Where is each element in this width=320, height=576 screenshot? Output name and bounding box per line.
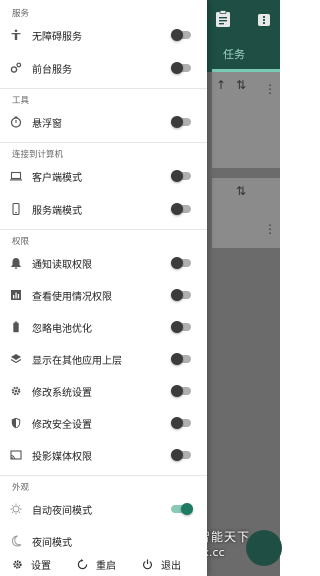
cast-icon xyxy=(10,449,22,461)
section-appearance-title: 外观 xyxy=(12,483,30,493)
row-auto-night-mode[interactable]: 自动夜间模式 xyxy=(0,493,207,525)
row-usage-stats-permission[interactable]: 查看使用情况权限 xyxy=(0,279,207,311)
shield-icon xyxy=(10,417,22,429)
row-label: 夜间模式 xyxy=(32,537,72,549)
gear-icon xyxy=(12,559,23,570)
section-connect-title: 连接到计算机 xyxy=(12,150,64,160)
accessibility-icon xyxy=(10,29,22,41)
media-projection-switch[interactable] xyxy=(171,449,191,461)
server-mode-switch[interactable] xyxy=(171,203,191,215)
background-task-card[interactable]: ⇅ ⋮ xyxy=(212,178,280,248)
accessibility-switch[interactable] xyxy=(171,29,191,41)
restart-icon xyxy=(77,559,88,570)
write-settings-switch[interactable] xyxy=(171,385,191,397)
section-tools-title: 工具 xyxy=(12,96,30,106)
chart-icon xyxy=(10,289,22,301)
overlay-permission-switch[interactable] xyxy=(171,353,191,365)
sort-icon: ↑ xyxy=(216,78,227,92)
tab-tasks[interactable]: 任务 xyxy=(223,46,245,62)
settings-button[interactable]: 设置 xyxy=(12,557,51,572)
divider xyxy=(0,475,207,476)
restart-button[interactable]: 重启 xyxy=(77,557,116,572)
phone-icon xyxy=(10,203,22,215)
row-server-mode[interactable]: 服务端模式 xyxy=(0,193,207,225)
row-battery-optimization[interactable]: 忽略电池优化 xyxy=(0,311,207,343)
laptop-icon xyxy=(10,170,22,182)
battery-optimization-switch[interactable] xyxy=(171,321,191,333)
add-fab-button[interactable] xyxy=(246,530,282,566)
more-vert-icon: ⋮ xyxy=(264,222,276,236)
gears-icon xyxy=(10,62,22,74)
brightness-auto-icon xyxy=(10,503,22,515)
section-service-title: 服务 xyxy=(12,9,30,19)
client-mode-switch[interactable] xyxy=(171,170,191,182)
navigation-drawer: 服务 无障碍服务 前台服务 工具 悬浮窗 连接到计算机 客户端模式 服务端模式 … xyxy=(0,0,207,576)
clipboard-icon xyxy=(216,10,230,27)
notification-permission-switch[interactable] xyxy=(171,257,191,269)
bell-icon xyxy=(10,257,22,269)
row-foreground-service[interactable]: 前台服务 xyxy=(0,52,207,84)
row-accessibility-service[interactable]: 无障碍服务 xyxy=(0,19,207,51)
layers-icon xyxy=(10,353,22,365)
gear-icon xyxy=(10,385,22,397)
row-floating-window[interactable]: 悬浮窗 xyxy=(0,106,207,138)
row-client-mode[interactable]: 客户端模式 xyxy=(0,160,207,192)
row-write-settings[interactable]: 修改系统设置 xyxy=(0,375,207,407)
section-permissions-title: 权限 xyxy=(12,237,30,247)
exit-button[interactable]: 退出 xyxy=(142,557,181,572)
power-icon xyxy=(142,559,153,570)
usage-stats-switch[interactable] xyxy=(171,289,191,301)
floating-window-switch[interactable] xyxy=(171,116,191,128)
secure-settings-switch[interactable] xyxy=(171,417,191,429)
row-notification-permission[interactable]: 通知读取权限 xyxy=(0,247,207,279)
sort-alpha-icon: ⇅ xyxy=(236,78,247,92)
restart-label: 重启 xyxy=(96,561,116,572)
row-media-projection[interactable]: 投影媒体权限 xyxy=(0,439,207,471)
foreground-service-switch[interactable] xyxy=(171,62,191,74)
drawer-bottom-bar: 设置 重启 退出 xyxy=(0,553,207,576)
row-overlay-permission[interactable]: 显示在其他应用上层 xyxy=(0,343,207,375)
background-task-card[interactable]: ↑ ⇅ ⋮ xyxy=(212,72,280,168)
settings-label: 设置 xyxy=(31,561,51,572)
timer-icon xyxy=(10,116,22,128)
divider xyxy=(0,88,207,89)
more-vert-icon xyxy=(258,14,270,26)
more-vert-icon: ⋮ xyxy=(264,82,276,96)
sort-alpha-icon: ⇅ xyxy=(236,184,247,198)
row-secure-settings[interactable]: 修改安全设置 xyxy=(0,407,207,439)
exit-label: 退出 xyxy=(161,561,181,572)
battery-icon xyxy=(10,321,22,333)
moon-icon xyxy=(10,535,22,547)
divider xyxy=(0,229,207,230)
auto-night-mode-switch[interactable] xyxy=(171,503,193,515)
divider xyxy=(0,142,207,143)
